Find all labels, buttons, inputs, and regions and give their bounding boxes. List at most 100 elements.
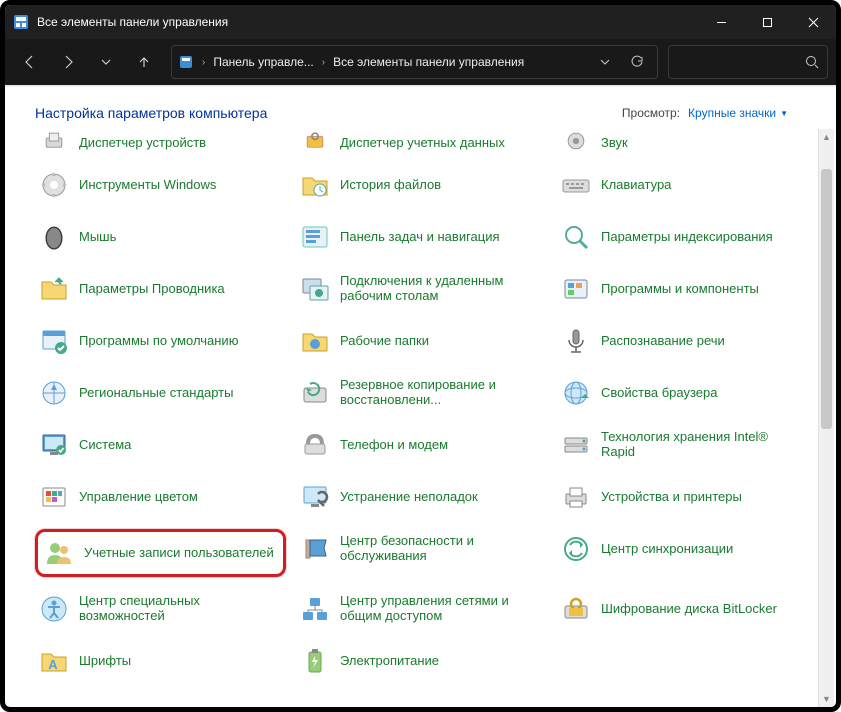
item-programs-features[interactable]: Программы и компоненты <box>557 269 808 309</box>
item-label: Параметры индексирования <box>601 230 773 245</box>
chevron-right-icon: › <box>198 57 209 68</box>
explorer-options-icon <box>39 274 69 304</box>
item-device-manager[interactable]: Диспетчер устройств <box>35 129 286 153</box>
scrollbar-thumb[interactable] <box>821 169 832 429</box>
control-panel-icon <box>13 14 29 30</box>
chevron-down-icon: ▼ <box>780 109 788 118</box>
content-area: Настройка параметров компьютера Просмотр… <box>5 87 836 707</box>
forward-button[interactable] <box>51 45 85 79</box>
control-panel-window: Все элементы панели управления › Панель … <box>0 0 841 712</box>
programs-features-icon <box>561 274 591 304</box>
breadcrumb-segment-1[interactable]: Панель управле... <box>213 55 313 69</box>
keyboard-icon <box>561 170 591 200</box>
item-sync-center[interactable]: Центр синхронизации <box>557 529 808 569</box>
sound-icon <box>561 131 591 151</box>
color-management-icon <box>39 482 69 512</box>
item-intel-rapid[interactable]: Технология хранения Intel® Rapid <box>557 425 808 465</box>
item-bitlocker[interactable]: Шифрование диска BitLocker <box>557 589 808 629</box>
item-default-programs[interactable]: Программы по умолчанию <box>35 321 286 361</box>
item-explorer-options[interactable]: Параметры Проводника <box>35 269 286 309</box>
view-dropdown[interactable]: Крупные значки ▼ <box>688 106 788 120</box>
item-label: Региональные стандарты <box>79 386 233 401</box>
item-work-folders[interactable]: Рабочие папки <box>296 321 547 361</box>
items-container: Диспетчер устройств Диспетчер учетных да… <box>5 129 836 707</box>
item-label: Программы по умолчанию <box>79 334 238 349</box>
user-accounts-icon <box>44 538 74 568</box>
item-internet-options[interactable]: Свойства браузера <box>557 373 808 413</box>
item-speech-recognition[interactable]: Распознавание речи <box>557 321 808 361</box>
item-label: Диспетчер устройств <box>79 136 206 151</box>
windows-tools-icon <box>39 170 69 200</box>
item-system[interactable]: Система <box>35 425 286 465</box>
content-header: Настройка параметров компьютера Просмотр… <box>5 87 836 129</box>
search-input[interactable] <box>668 45 828 79</box>
item-mouse[interactable]: Мышь <box>35 217 286 257</box>
minimize-button[interactable] <box>698 5 744 39</box>
back-button[interactable] <box>13 45 47 79</box>
titlebar: Все элементы панели управления <box>5 5 836 39</box>
item-region[interactable]: Региональные стандарты <box>35 373 286 413</box>
file-history-icon <box>300 170 330 200</box>
recent-dropdown[interactable] <box>89 45 123 79</box>
item-power-options[interactable]: Электропитание <box>296 641 547 681</box>
window-controls <box>698 5 836 39</box>
item-label: Программы и компоненты <box>601 282 759 297</box>
breadcrumb-segment-2[interactable]: Все элементы панели управления <box>333 55 524 69</box>
item-file-history[interactable]: История файлов <box>296 165 547 205</box>
remote-desktop-icon <box>300 274 330 304</box>
page-title: Настройка параметров компьютера <box>35 105 267 121</box>
device-manager-icon <box>39 131 69 151</box>
view-label: Просмотр: <box>622 106 680 120</box>
default-programs-icon <box>39 326 69 356</box>
sync-center-icon <box>561 534 591 564</box>
item-label: Устройства и принтеры <box>601 490 742 505</box>
maximize-button[interactable] <box>744 5 790 39</box>
item-troubleshooting[interactable]: Устранение неполадок <box>296 477 547 517</box>
item-color-management[interactable]: Управление цветом <box>35 477 286 517</box>
item-label: История файлов <box>340 178 441 193</box>
search-icon <box>805 55 819 69</box>
item-credential-manager[interactable]: Диспетчер учетных данных <box>296 129 547 153</box>
chevron-right-icon: › <box>318 57 329 68</box>
item-label: Центр безопасности и обслуживания <box>340 534 543 564</box>
item-taskbar[interactable]: Панель задач и навигация <box>296 217 547 257</box>
item-security-maintenance[interactable]: Центр безопасности и обслуживания <box>296 529 547 569</box>
item-label: Электропитание <box>340 654 439 669</box>
item-sound[interactable]: Звук <box>557 129 808 153</box>
ease-of-access-icon <box>39 594 69 624</box>
item-network-sharing[interactable]: Центр управления сетями и общим доступом <box>296 589 547 629</box>
speech-recognition-icon <box>561 326 591 356</box>
item-remote-desktop[interactable]: Подключения к удаленным рабочим столам <box>296 269 547 309</box>
breadcrumb-dropdown[interactable] <box>591 56 619 68</box>
power-options-icon <box>300 646 330 676</box>
item-label: Подключения к удаленным рабочим столам <box>340 274 543 304</box>
item-indexing[interactable]: Параметры индексирования <box>557 217 808 257</box>
item-fonts[interactable]: A Шрифты <box>35 641 286 681</box>
item-label: Система <box>79 438 131 453</box>
scroll-up-icon[interactable]: ▲ <box>819 129 834 145</box>
item-devices-printers[interactable]: Устройства и принтеры <box>557 477 808 517</box>
item-user-accounts[interactable]: Учетные записи пользователей <box>35 529 286 577</box>
item-label: Свойства браузера <box>601 386 717 401</box>
item-label: Резервное копирование и восстановлени... <box>340 378 543 408</box>
item-phone-modem[interactable]: Телефон и модем <box>296 425 547 465</box>
item-backup-restore[interactable]: Резервное копирование и восстановлени... <box>296 373 547 413</box>
item-windows-tools[interactable]: Инструменты Windows <box>35 165 286 205</box>
item-label: Технология хранения Intel® Rapid <box>601 430 804 460</box>
item-ease-of-access[interactable]: Центр специальных возможностей <box>35 589 286 629</box>
bitlocker-icon <box>561 594 591 624</box>
scroll-down-icon[interactable]: ▼ <box>819 691 834 707</box>
up-button[interactable] <box>127 45 161 79</box>
navbar: › Панель управле... › Все элементы панел… <box>5 39 836 85</box>
item-label: Инструменты Windows <box>79 178 216 193</box>
close-button[interactable] <box>790 5 836 39</box>
scrollbar[interactable]: ▲ ▼ <box>818 129 834 707</box>
view-selector: Просмотр: Крупные значки ▼ <box>622 106 788 120</box>
item-label: Диспетчер учетных данных <box>340 136 505 151</box>
refresh-button[interactable] <box>623 55 651 69</box>
credential-manager-icon <box>300 131 330 151</box>
breadcrumb[interactable]: › Панель управле... › Все элементы панел… <box>171 45 658 79</box>
item-keyboard[interactable]: Клавиатура <box>557 165 808 205</box>
devices-printers-icon <box>561 482 591 512</box>
troubleshooting-icon <box>300 482 330 512</box>
